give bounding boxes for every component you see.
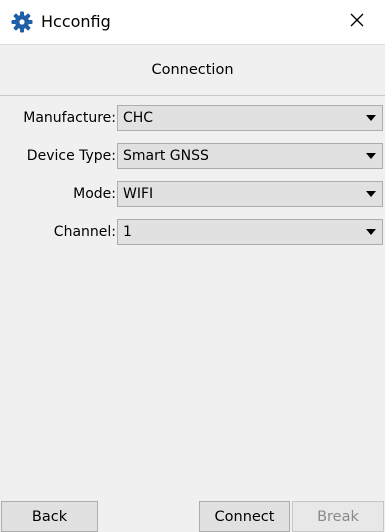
manufacture-select[interactable]: CHC xyxy=(117,105,383,131)
device-type-value: Smart GNSS xyxy=(123,148,209,164)
channel-select[interactable]: 1 xyxy=(117,219,383,245)
chevron-down-icon xyxy=(366,229,376,235)
window-title: Hcconfig xyxy=(41,12,111,31)
channel-value: 1 xyxy=(123,224,132,240)
manufacture-value: CHC xyxy=(123,110,154,126)
mode-label: Mode: xyxy=(73,186,116,202)
title-bar: Hcconfig xyxy=(0,0,385,44)
mode-select[interactable]: WIFI xyxy=(117,181,383,207)
section-header: Connection xyxy=(0,44,385,96)
back-button[interactable]: Back xyxy=(1,501,98,532)
page-title: Connection xyxy=(151,62,234,78)
device-type-label: Device Type: xyxy=(26,148,116,164)
chevron-down-icon xyxy=(366,153,376,159)
connect-button[interactable]: Connect xyxy=(199,501,290,532)
device-type-select[interactable]: Smart GNSS xyxy=(117,143,383,169)
chevron-down-icon xyxy=(366,191,376,197)
channel-row: Channel: 1 xyxy=(0,217,385,247)
break-button: Break xyxy=(292,501,384,532)
mode-row: Mode: WIFI xyxy=(0,179,385,209)
close-icon xyxy=(349,12,365,32)
chevron-down-icon xyxy=(366,115,376,121)
mode-value: WIFI xyxy=(123,186,154,202)
channel-label: Channel: xyxy=(53,224,116,240)
close-button[interactable] xyxy=(329,0,385,44)
device-type-row: Device Type: Smart GNSS xyxy=(0,141,385,171)
manufacture-row: Manufacture: CHC xyxy=(0,103,385,133)
manufacture-label: Manufacture: xyxy=(23,110,116,126)
gear-icon xyxy=(11,11,33,33)
